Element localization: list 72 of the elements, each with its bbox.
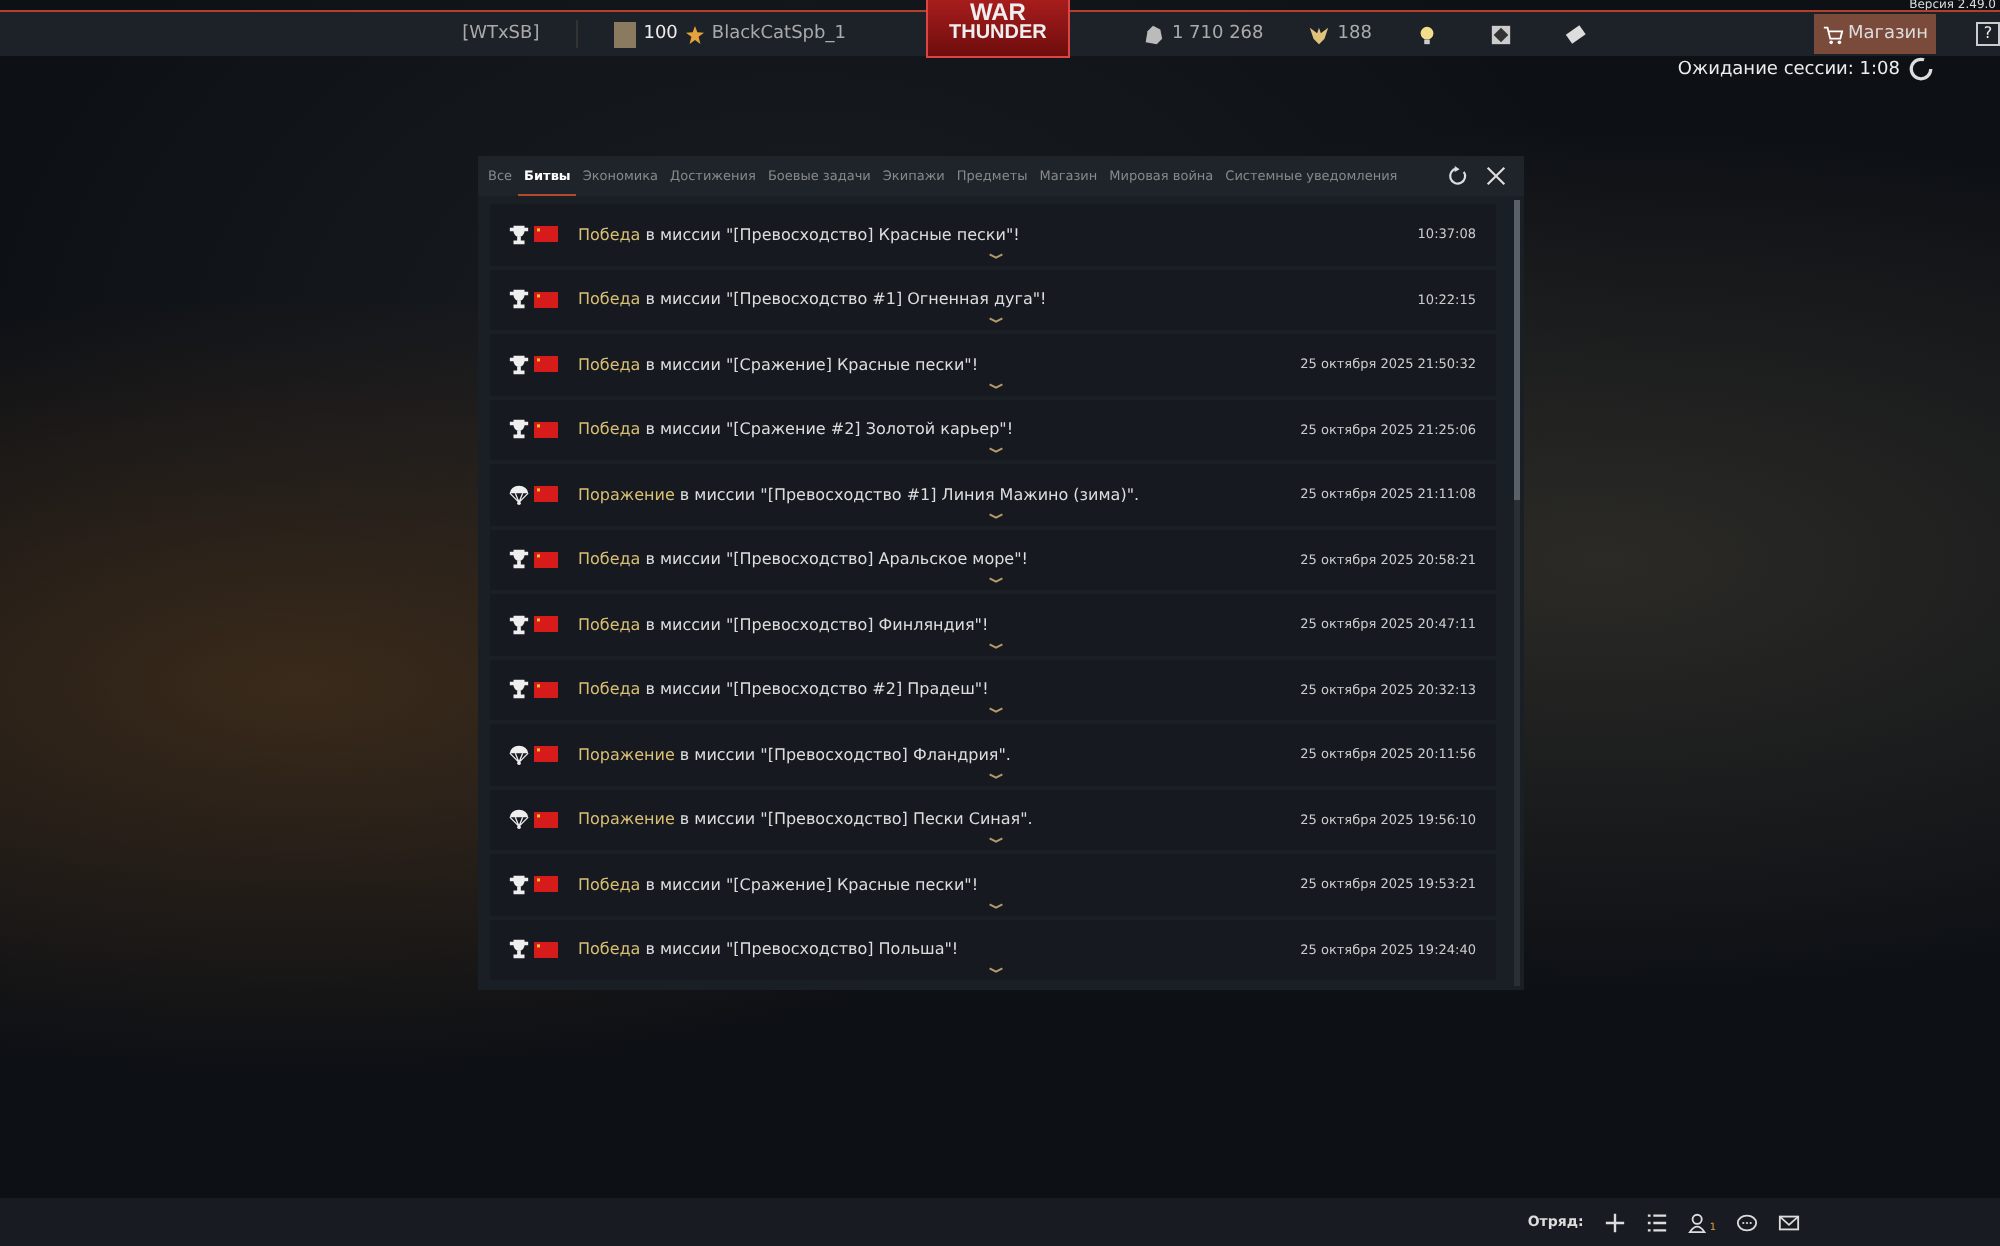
shop-button[interactable]: Магазин [1813,14,1936,54]
parachute-icon [508,483,530,506]
expand-chevron-icon[interactable] [988,576,1004,584]
trophy-icon [508,873,530,896]
flag-icon [534,551,558,568]
refresh-icon[interactable] [1448,166,1468,186]
avatar-icon[interactable] [613,21,636,47]
notification-text: Победа в миссии "[Превосходство] Финляндия"! [578,615,991,634]
notification-text: Победа в миссии "[Превосходство] Польша"! [578,940,961,959]
flag-icon [534,941,558,958]
trophy-icon [508,353,530,376]
expand-chevron-icon[interactable] [988,901,1004,909]
flag-icon [534,876,558,893]
notification-text: Поражение в миссии "[Превосходство] Пески Синая". [578,810,1035,829]
game-logo[interactable]: WAR THUNDER [925,0,1070,58]
trophy-icon [508,548,530,571]
trophy-icon [508,938,530,961]
cart-icon [1821,23,1844,45]
notification-text: Поражение в миссии "[Превосходство] Фландрия". [578,745,1013,764]
player-level: 100 [643,24,678,44]
scrollbar[interactable] [1514,200,1520,986]
session-status: Ожидание сессии: 1:08 [1677,59,1900,79]
notification-text: Победа в миссии "[Превосходство #1] Огненная дуга"! [578,290,1049,309]
expand-chevron-icon[interactable] [988,446,1004,454]
expand-chevron-icon[interactable] [988,316,1004,324]
expand-chevron-icon[interactable] [988,966,1004,974]
flag-icon [534,486,558,503]
parachute-icon [508,743,530,766]
currency-balance[interactable]: 1 710 268 [1171,24,1264,44]
trophy-icon [508,288,530,311]
plus-icon[interactable] [1603,1211,1626,1233]
list-icon[interactable] [1645,1211,1668,1233]
help-button[interactable]: ? [1976,22,2000,46]
trophy-icon [508,223,530,246]
expand-chevron-icon[interactable] [988,706,1004,714]
expand-chevron-icon[interactable] [988,381,1004,389]
expand-chevron-icon[interactable] [988,511,1004,519]
notification-text: Победа в миссии "[Превосходство] Красные пески"! [578,225,1022,244]
notification-text: Победа в миссии "[Превосходство] Аральское море"! [578,550,1030,569]
trophy-icon [508,418,530,441]
notification-text: Поражение в миссии "[Превосходство #1] Линия Мажино (зима)". [578,485,1142,504]
flag-icon [534,421,558,438]
flag-icon [534,811,558,828]
flag-icon [534,226,558,243]
flag-icon [534,681,558,698]
flag-icon [534,356,558,373]
expand-chevron-icon[interactable] [988,641,1004,649]
trophy-icon [508,613,530,636]
lightbulb-icon[interactable] [1415,23,1438,45]
chat-icon[interactable] [1736,1211,1758,1233]
parachute-icon [508,808,530,831]
trophy-icon [508,678,530,701]
notification-text: Победа в миссии "[Превосходство #2] Прадеш"! [578,680,991,699]
eagle-icon [1307,23,1330,45]
expand-chevron-icon[interactable] [988,771,1004,779]
loading-spinner-icon [1908,56,1934,82]
notification-text: Победа в миссии "[Сражение] Красные пески"! [578,355,981,374]
clan-tag[interactable]: [WTxSB] [462,24,540,44]
contacts-icon[interactable] [1687,1211,1710,1233]
diamond-icon[interactable] [1489,23,1512,45]
flag-icon [534,616,558,633]
notification-text: Победа в миссии "[Сражение #2] Золотой карьер"! [578,420,1016,439]
premium-currency-balance[interactable]: 188 [1337,24,1372,44]
star-icon [685,25,704,43]
close-icon[interactable] [1486,166,1506,186]
expand-chevron-icon[interactable] [988,836,1004,844]
mail-icon[interactable] [1778,1211,1800,1233]
flag-icon [534,746,558,763]
flag-icon [534,291,558,308]
notification-text: Победа в миссии "[Сражение] Красные пески"! [578,875,981,894]
player-nickname[interactable]: BlackCatSpb_1 [711,24,846,44]
expand-chevron-icon[interactable] [988,251,1004,259]
